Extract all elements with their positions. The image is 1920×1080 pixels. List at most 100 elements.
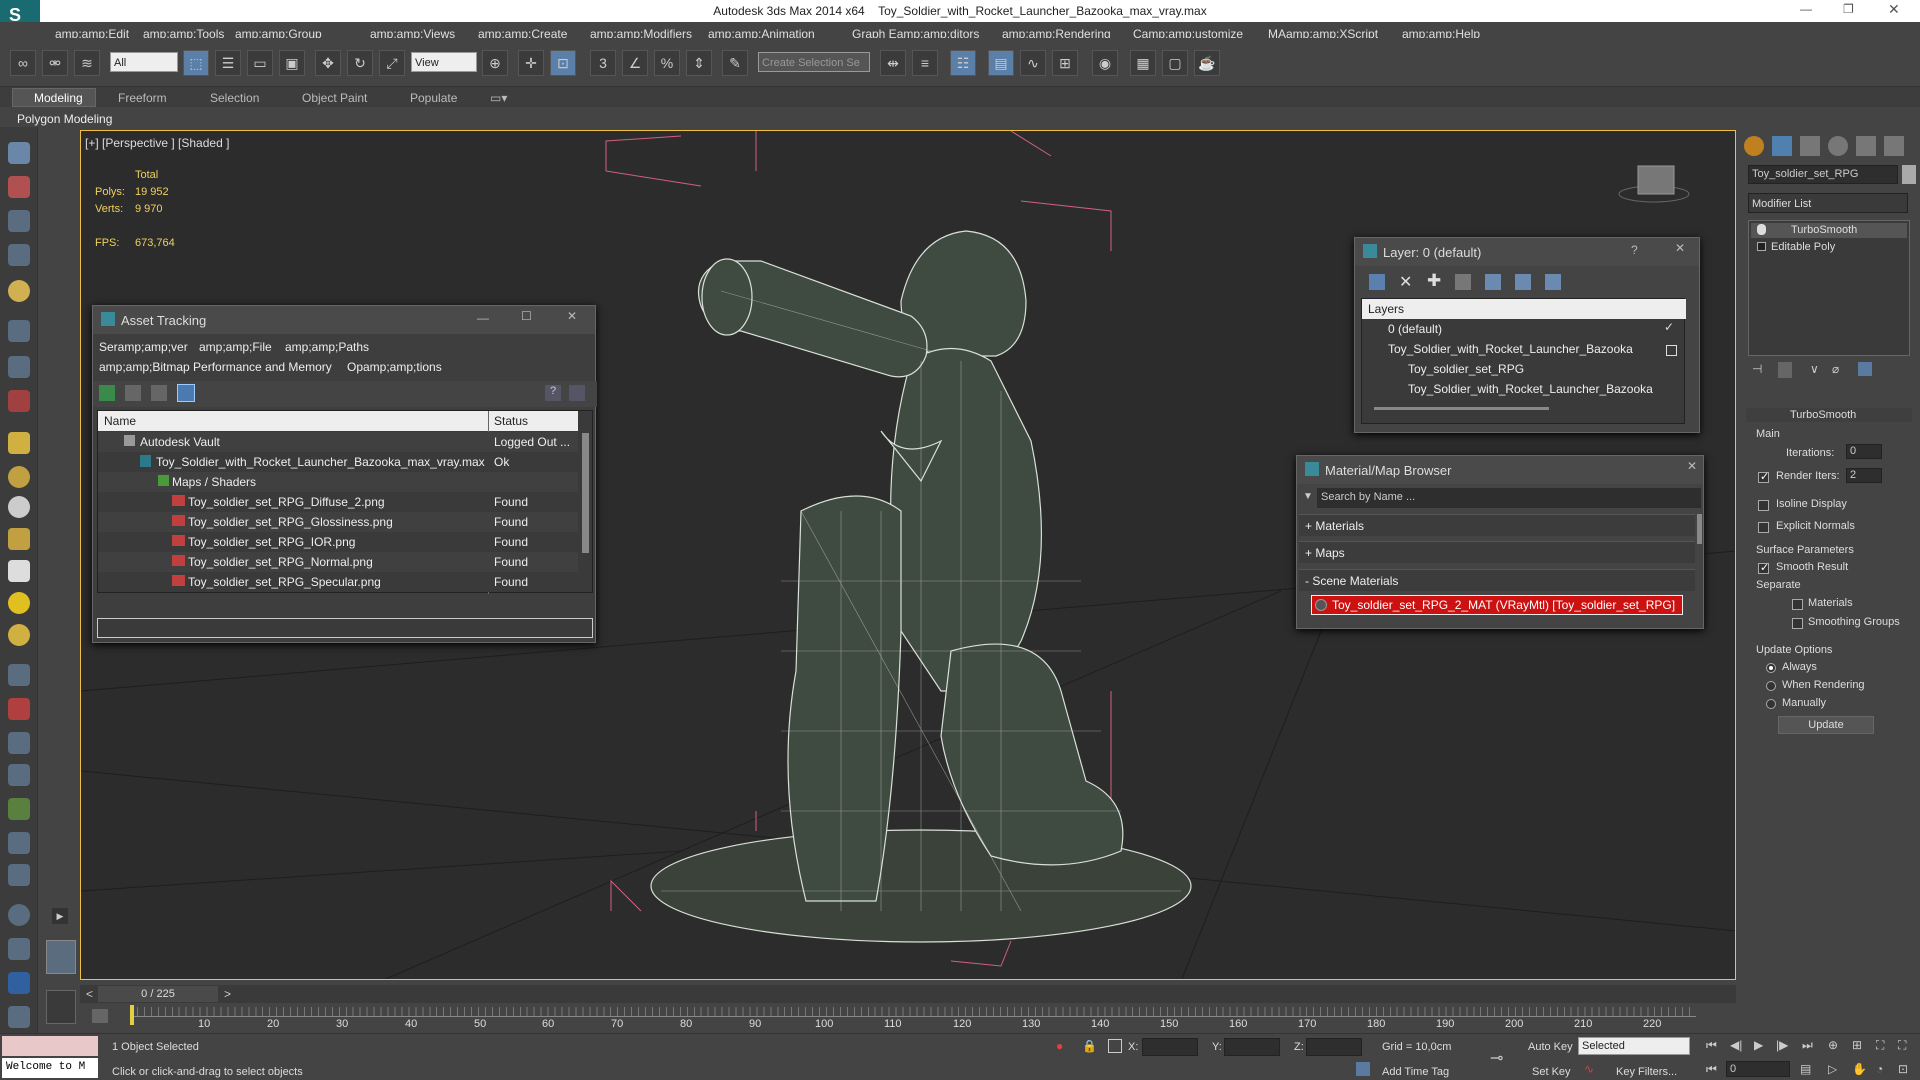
- remove-modifier-icon[interactable]: ⌀: [1832, 362, 1839, 376]
- scale-icon[interactable]: ⤢: [379, 50, 405, 76]
- box-icon[interactable]: [8, 176, 30, 198]
- time-configuration-icon[interactable]: ▤: [1800, 1062, 1811, 1076]
- update-manually-radio[interactable]: [1766, 699, 1776, 709]
- layer-object-item[interactable]: Toy_soldier_set_RPG: [1408, 362, 1524, 376]
- dynamics-icon[interactable]: [8, 698, 30, 720]
- create-tab-icon[interactable]: [1744, 136, 1764, 156]
- add-to-layer-icon[interactable]: ✚: [1427, 271, 1441, 291]
- update-when-rendering-radio[interactable]: [1766, 681, 1776, 691]
- maxscript-mini-listener[interactable]: Welcome to M: [2, 1058, 98, 1078]
- layer-window-title[interactable]: Layer: 0 (default): [1355, 238, 1699, 266]
- scene-material-item[interactable]: Toy_soldier_set_RPG_2_MAT (VRayMtl) [Toy…: [1311, 595, 1683, 615]
- maps-section[interactable]: + Maps: [1299, 541, 1695, 563]
- layer-item[interactable]: 0 (default): [1388, 322, 1442, 336]
- gear-icon[interactable]: [8, 764, 30, 786]
- expand-arrow-icon[interactable]: ▶: [52, 908, 68, 924]
- lightbulb-icon[interactable]: [1757, 224, 1766, 235]
- active-layer-check-icon[interactable]: ✓: [1664, 320, 1674, 334]
- hair-icon[interactable]: [8, 832, 30, 854]
- select-in-layer-icon[interactable]: [1455, 274, 1471, 290]
- percent-snap-icon[interactable]: %: [654, 50, 680, 76]
- material-editor-icon[interactable]: ◉: [1092, 50, 1118, 76]
- chevron-left-icon[interactable]: <: [86, 987, 93, 1001]
- lock-selection-icon[interactable]: 🔒: [1082, 1039, 1097, 1053]
- pivot-center-icon[interactable]: ⊕: [482, 50, 508, 76]
- column-status[interactable]: Status: [494, 414, 528, 428]
- link-icon[interactable]: ∞: [10, 50, 36, 76]
- list-view-icon[interactable]: [125, 385, 141, 401]
- select-by-name-icon[interactable]: ☰: [215, 50, 241, 76]
- current-frame-field[interactable]: 0: [1726, 1061, 1790, 1077]
- align-icon[interactable]: ≡: [912, 50, 938, 76]
- go-to-start-icon[interactable]: ⏮: [1706, 1038, 1717, 1053]
- film-icon[interactable]: [8, 390, 30, 412]
- layer-manager-icon[interactable]: ☷: [950, 50, 976, 76]
- hemisphere-icon[interactable]: [8, 466, 30, 488]
- script-icon[interactable]: [8, 1006, 30, 1028]
- track-bar[interactable]: 10 20 30 40 50 60 70 80 90 100 110 120 1…: [80, 1005, 1736, 1030]
- curve-editor-icon[interactable]: ∿: [1020, 50, 1046, 76]
- modifier-editable-poly[interactable]: Editable Poly: [1771, 241, 1835, 253]
- teapot-icon[interactable]: [8, 142, 30, 164]
- explicit-normals-checkbox[interactable]: [1758, 522, 1769, 533]
- time-slider-thumb[interactable]: 0 / 225: [98, 986, 218, 1002]
- zoom-all-icon[interactable]: ⊞: [1852, 1038, 1862, 1052]
- separate-materials-checkbox[interactable]: [1792, 599, 1803, 610]
- list-icon[interactable]: [8, 210, 30, 232]
- unlink-icon[interactable]: ⚮: [42, 50, 68, 76]
- materials-section[interactable]: + Materials: [1299, 514, 1695, 536]
- z-coordinate-field[interactable]: [1306, 1038, 1362, 1056]
- key-icon[interactable]: ⊸: [1490, 1048, 1503, 1068]
- refresh-icon[interactable]: [99, 385, 115, 401]
- play-icon[interactable]: ▶: [1754, 1038, 1763, 1052]
- sphere-icon[interactable]: [8, 280, 30, 302]
- cloth-icon[interactable]: [8, 864, 30, 886]
- key-mode-toggle-icon[interactable]: ⏮: [1706, 1062, 1717, 1077]
- make-unique-icon[interactable]: ∨: [1810, 362, 1819, 376]
- time-tag-icon[interactable]: [1356, 1062, 1370, 1076]
- menu-paths[interactable]: amp;amp;Paths: [285, 340, 369, 354]
- maximize-icon[interactable]: ☐: [521, 309, 532, 323]
- update-always-radio[interactable]: [1766, 663, 1776, 673]
- spinner-snap-icon[interactable]: ⇕: [686, 50, 712, 76]
- modifier-list-dropdown[interactable]: Modifier List: [1748, 193, 1908, 213]
- tab-freeform[interactable]: Freeform: [118, 91, 167, 105]
- cone-icon[interactable]: [8, 560, 30, 582]
- layer-checkbox[interactable]: [1666, 345, 1677, 356]
- pin-stack-icon[interactable]: ⊣: [1752, 362, 1762, 376]
- zoom-extents-icon[interactable]: ⛶: [1876, 1038, 1884, 1053]
- tab-modeling[interactable]: Modeling: [34, 91, 83, 105]
- close-icon[interactable]: ✕: [567, 309, 577, 323]
- display-tab-icon[interactable]: [1856, 136, 1876, 156]
- tree-view-icon[interactable]: [151, 385, 167, 401]
- settings-icon[interactable]: [569, 385, 585, 401]
- gold-sphere-icon[interactable]: [8, 624, 30, 646]
- select-object-icon[interactable]: ⬚: [183, 50, 209, 76]
- mini-curve-editor-icon[interactable]: [92, 1009, 108, 1023]
- update-button[interactable]: Update: [1778, 716, 1874, 734]
- ribbon-options-icon[interactable]: ▭▾: [490, 91, 507, 105]
- key-mode-dropdown[interactable]: Selected: [1578, 1037, 1690, 1055]
- hierarchy-tab-icon[interactable]: [1800, 136, 1820, 156]
- close-icon[interactable]: ✕: [1888, 1, 1900, 18]
- create-layer-icon[interactable]: [1369, 274, 1385, 290]
- y-coordinate-field[interactable]: [1224, 1038, 1280, 1056]
- previous-frame-icon[interactable]: ◀|: [1730, 1038, 1742, 1052]
- tab-selection[interactable]: Selection: [210, 91, 259, 105]
- edit-named-selection-icon[interactable]: ✎: [722, 50, 748, 76]
- graphite-toggle-icon[interactable]: ▤: [988, 50, 1014, 76]
- hide-all-icon[interactable]: [1515, 274, 1531, 290]
- maximize-icon[interactable]: ❐: [1843, 2, 1854, 16]
- turbosmooth-rollout[interactable]: TurboSmooth: [1746, 408, 1912, 422]
- render-icon[interactable]: [8, 938, 30, 960]
- bind-spacewarp-icon[interactable]: ≋: [74, 50, 100, 76]
- angle-snap-icon[interactable]: ∠: [622, 50, 648, 76]
- rotate-icon[interactable]: ↻: [347, 50, 373, 76]
- menu-file[interactable]: amp;amp;File: [199, 340, 272, 354]
- viewport-layout-quad[interactable]: [46, 990, 76, 1024]
- material-browser-title[interactable]: Material/Map Browser: [1297, 456, 1703, 484]
- blue-sphere-icon[interactable]: [8, 904, 30, 926]
- grid-icon[interactable]: [8, 244, 30, 266]
- help-icon[interactable]: ?: [1631, 243, 1638, 257]
- close-icon[interactable]: ✕: [1675, 241, 1685, 255]
